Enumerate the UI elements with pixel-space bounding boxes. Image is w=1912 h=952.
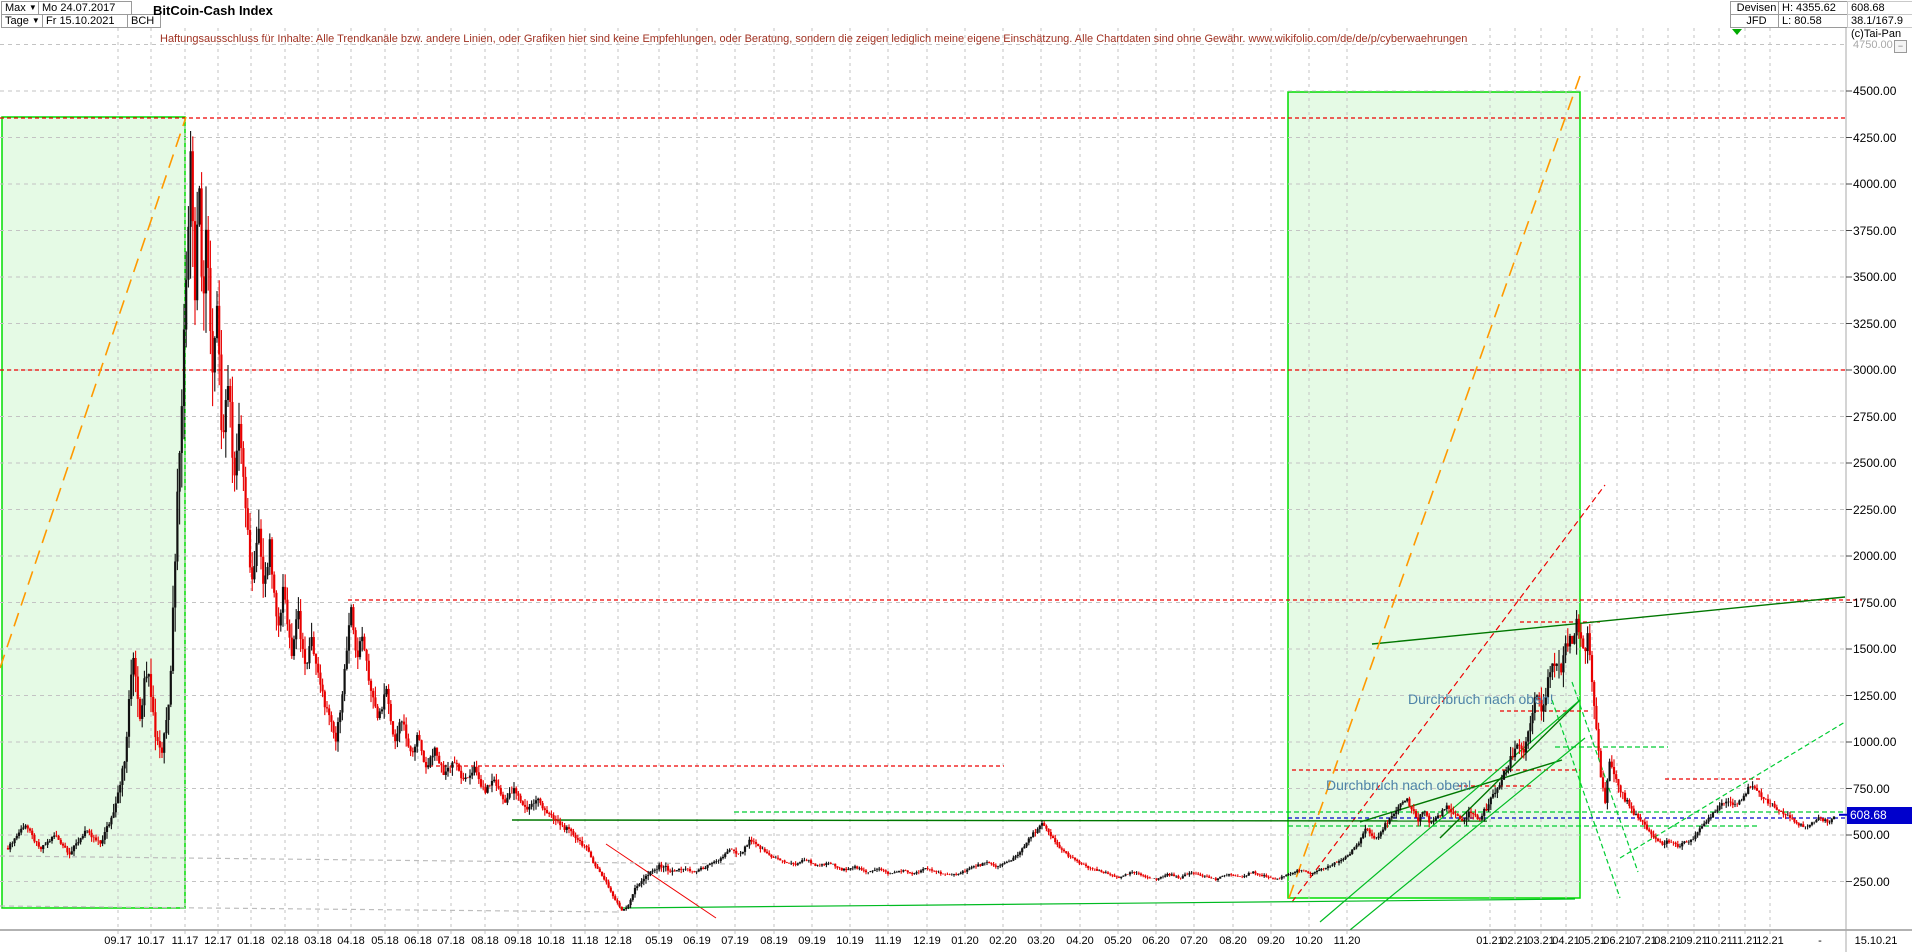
x-axis-tick-label: 05.18: [371, 935, 399, 947]
end-date-field[interactable]: Fr 15.10.2021: [42, 14, 132, 28]
x-axis-tick-label: 12.18: [604, 935, 632, 947]
x-axis-tick-label: 03.18: [304, 935, 332, 947]
feed-label: Devisen: [1730, 1, 1783, 15]
x-axis-tick-label: 04.20: [1066, 935, 1094, 947]
x-axis-tick-label: 09.20: [1257, 935, 1285, 947]
chevron-down-icon: ▼: [28, 3, 37, 12]
x-axis-tick-label: 08.20: [1219, 935, 1247, 947]
x-axis-tick-label: 10.18: [537, 935, 565, 947]
range-selector-label: Max: [5, 2, 26, 14]
overlay-trend-line: [511, 819, 1488, 822]
y-axis-tick-label: 2000.00: [1853, 549, 1897, 563]
current-price-badge: 608.68: [1847, 807, 1912, 824]
x-axis-tick-label: 12.19: [913, 935, 941, 947]
y-axis-tick-label: 3500.00: [1853, 270, 1897, 284]
period-selector-dropdown[interactable]: Tage ▼: [1, 14, 47, 28]
period-selector-label: Tage: [5, 15, 29, 27]
x-axis-tick-label: 06.21: [1603, 935, 1631, 947]
y-axis-tick-label: 2500.00: [1853, 456, 1897, 470]
x-axis-tick-label: 06.18: [404, 935, 432, 947]
annotation-durchbruch: Durchbruch nach oben!: [1408, 691, 1554, 707]
start-date-field[interactable]: Mo 24.07.2017: [38, 1, 132, 15]
x-axis-tick-label: 11.21: [1731, 935, 1759, 947]
last-price-label: 608.68: [1847, 1, 1912, 15]
period-low-label: L: 80.58: [1778, 14, 1852, 28]
y-axis-tick-label: 3250.00: [1853, 316, 1897, 331]
annotation-durchbruch: Durchbruch nach oben!: [1326, 777, 1472, 793]
x-axis-tick-label: 06.20: [1142, 935, 1170, 947]
period-high-label: H: 4355.62: [1778, 1, 1852, 15]
y-axis-tick-label: 2250.00: [1853, 502, 1897, 517]
x-axis-tick-label: 02.20: [989, 935, 1017, 947]
page-title: BitCoin-Cash Index: [153, 3, 273, 18]
range-info-label: 38.1/167.9: [1847, 14, 1912, 28]
x-axis-tick-label: 05.20: [1104, 935, 1132, 947]
tai-pan-chart-window: Max ▼ Mo 24.07.2017 Tage ▼ Fr 15.10.2021…: [0, 0, 1912, 952]
x-axis-tick-label: 01.20: [951, 935, 979, 947]
y-axis-tick-label: 250.00: [1853, 874, 1890, 889]
x-axis-tick-label: 11.18: [571, 935, 599, 947]
x-axis-tick-label: 02.18: [271, 935, 299, 947]
x-axis-tick-label: 07.20: [1180, 935, 1208, 947]
x-axis-tick-label: 05.21: [1578, 935, 1606, 947]
overlay-trend-line: [1571, 681, 1639, 873]
x-axis-tick-label: 03.21: [1527, 935, 1555, 947]
x-axis-tick-label: 10.19: [836, 935, 864, 947]
y-axis-tick-label: 500.00: [1853, 828, 1890, 842]
x-axis-tick-label: 01.18: [237, 935, 265, 947]
x-axis-tick-label: 11.20: [1333, 935, 1361, 947]
y-axis-tick-label: 4500.00: [1853, 84, 1897, 98]
y-axis-tick-label: 1750.00: [1853, 595, 1897, 610]
y-axis-tick-label: 4000.00: [1853, 177, 1897, 191]
x-axis-separator: -: [1818, 935, 1822, 947]
y-axis-tick-label: 4250.00: [1853, 130, 1897, 145]
y-axis-tick-label: 1500.00: [1853, 642, 1897, 656]
x-axis-tick-label: 07.21: [1629, 935, 1657, 947]
y-axis-tick-label: 1000.00: [1853, 735, 1897, 749]
x-axis-tick-label: 08.21: [1654, 935, 1682, 947]
y-axis-tick-label: 3750.00: [1853, 223, 1897, 238]
chevron-down-icon: ▼: [31, 16, 40, 25]
x-axis-tick-label: 05.19: [645, 935, 673, 947]
x-axis-tick-label: 01.21: [1476, 935, 1504, 947]
y-axis-tick-label: 3000.00: [1853, 363, 1897, 377]
x-axis-tick-label: 03.20: [1027, 935, 1055, 947]
y-axis-tick-label: 1250.00: [1853, 688, 1897, 703]
x-axis-tick-label: 09.19: [798, 935, 826, 947]
x-axis-tick-label: 08.18: [471, 935, 499, 947]
range-selector-dropdown[interactable]: Max ▼: [1, 1, 42, 15]
broker-label: JFD: [1730, 14, 1783, 28]
marker-triangle-icon: [1732, 29, 1742, 35]
x-axis-end-date-label: 15.10.21: [1854, 935, 1898, 947]
x-axis-tick-label: 04.21: [1552, 935, 1580, 947]
y-axis-tick-label: 2750.00: [1853, 409, 1897, 424]
x-axis-tick-label: 04.18: [337, 935, 365, 947]
x-axis-tick-label: 09.21: [1680, 935, 1708, 947]
x-axis-tick-label: 08.19: [760, 935, 788, 947]
x-axis-tick-label: 06.19: [683, 935, 711, 947]
collapse-box-icon[interactable]: −: [1894, 40, 1907, 53]
x-axis-tick-label: 11.17: [171, 935, 199, 947]
trend-zone-2017: [1, 116, 186, 909]
x-axis-tick-label: 09.18: [504, 935, 532, 947]
yaxis-muted-top-label: 4750.00: [1853, 39, 1893, 51]
disclaimer-text: Haftungsausschluss für Inhalte: Alle Tre…: [160, 33, 1468, 45]
x-axis-tick-label: 11.19: [874, 935, 902, 947]
x-axis-tick-label: 09.17: [104, 935, 132, 947]
x-axis-tick-label: 02.21: [1501, 935, 1529, 947]
overlay-trend-line: [619, 898, 1576, 909]
x-axis-tick-label: 10.17: [137, 935, 165, 947]
x-axis-tick-label: 10.21: [1705, 935, 1733, 947]
x-axis-tick-label: 07.18: [437, 935, 465, 947]
chart-canvas: [0, 28, 1912, 952]
x-axis-tick-label: 12.17: [204, 935, 232, 947]
y-axis-tick-label: 750.00: [1853, 781, 1890, 796]
overlay-trend-line: [0, 905, 621, 913]
x-axis-tick-label: 12.21: [1756, 935, 1784, 947]
x-axis-tick-label: 10.20: [1295, 935, 1323, 947]
x-axis-tick-label: 07.19: [721, 935, 749, 947]
